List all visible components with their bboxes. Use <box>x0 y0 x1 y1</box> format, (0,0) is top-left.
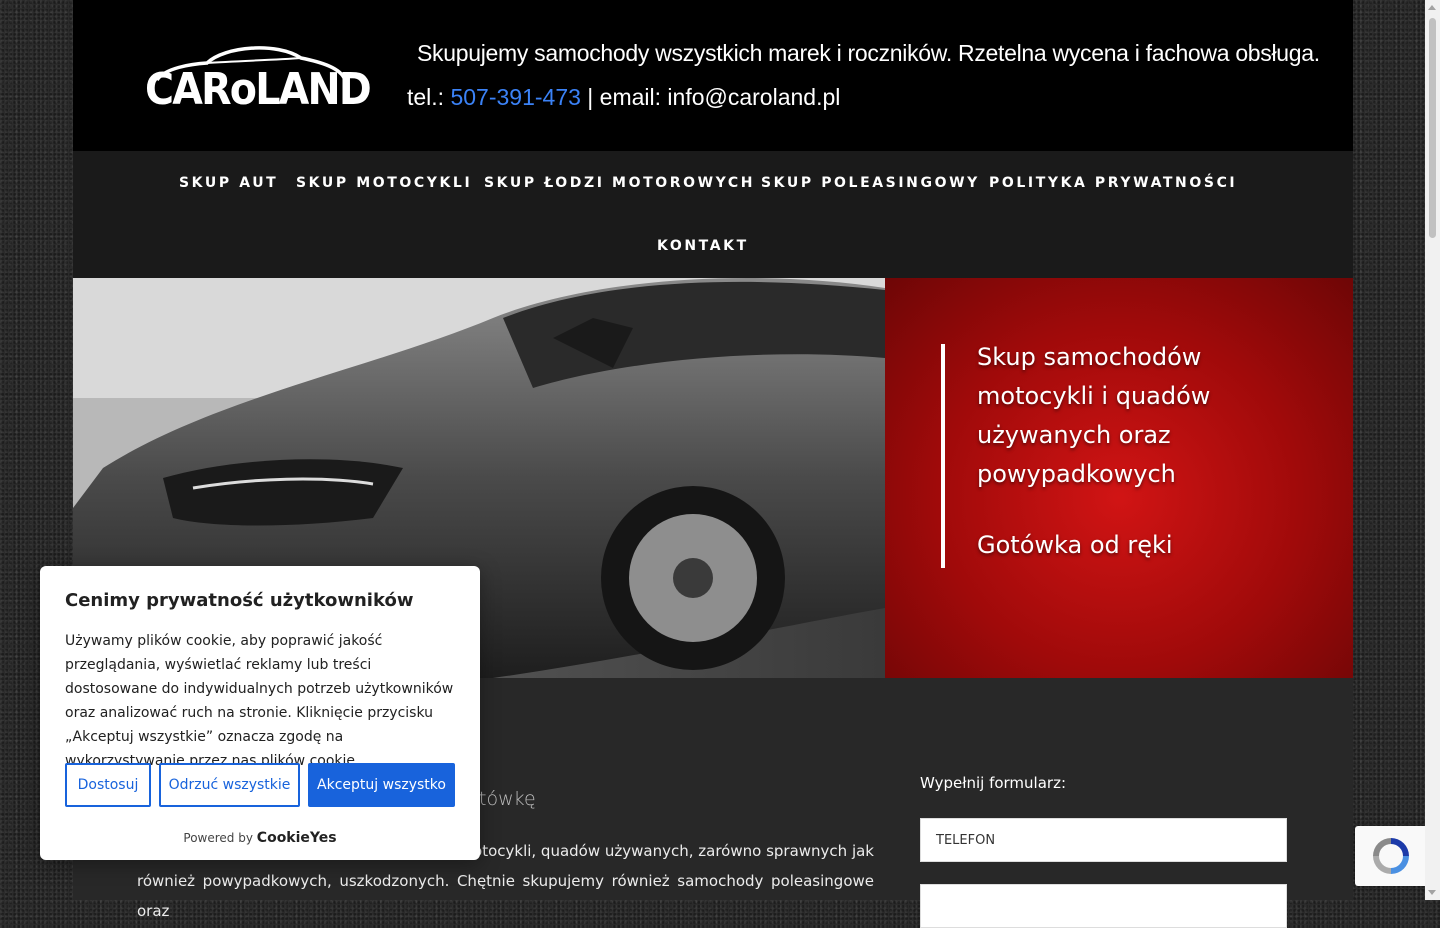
customize-button[interactable]: Dostosuj <box>65 763 151 807</box>
next-form-field[interactable] <box>920 884 1287 928</box>
hero-line-3: używanych oraz <box>977 421 1171 449</box>
hero-line-2: motocykli i quadów <box>977 382 1211 410</box>
cookie-consent-banner: Cenimy prywatność użytkowników Używamy p… <box>40 566 480 860</box>
nav-item-skup-poleasingowy[interactable]: SKUP POLEASINGOWY <box>761 175 980 191</box>
site-header: CARoLAND Skupujemy samochody wszystkich … <box>73 0 1353 151</box>
cookie-powered-by: Powered by CookieYes <box>40 830 480 846</box>
accept-all-button[interactable]: Akceptuj wszystko <box>308 763 455 807</box>
main-navigation: SKUP AUT SKUP MOTOCYKLI SKUP ŁODZI MOTOR… <box>73 151 1353 278</box>
phone-field-placeholder: TELEFON <box>936 832 996 848</box>
email-address[interactable]: info@caroland.pl <box>667 84 840 110</box>
hero-accent-bar <box>941 344 945 568</box>
nav-item-skup-lodzi[interactable]: SKUP ŁODZI MOTOROWYCH <box>484 175 755 191</box>
site-logo[interactable]: CARoLAND <box>145 40 372 116</box>
hero-line-1: Skup samochodów <box>977 343 1202 371</box>
nav-item-kontakt[interactable]: KONTAKT <box>657 238 749 254</box>
header-tagline: Skupujemy samochody wszystkich marek i r… <box>417 40 1320 66</box>
recaptcha-badge[interactable] <box>1355 826 1427 886</box>
cookie-body: Używamy plików cookie, aby poprawić jako… <box>65 633 454 769</box>
hero-headline: Skup samochodów motocykli i quadów używa… <box>977 338 1210 494</box>
phone-field[interactable]: TELEFON <box>920 818 1287 862</box>
reject-all-button[interactable]: Odrzuć wszystkie <box>159 763 300 807</box>
scrollbar-thumb[interactable] <box>1429 18 1436 238</box>
cookieyes-logo[interactable]: CookieYes <box>257 830 337 846</box>
nav-item-skup-aut[interactable]: SKUP AUT <box>179 175 278 191</box>
email-separator: | email: <box>580 84 668 110</box>
header-contact: tel.: 507-391-473 | email: info@caroland… <box>407 84 840 111</box>
paragraph-line-2: również powypadkowych, uszkodzonych. Chę… <box>137 872 874 920</box>
page-scrollbar[interactable] <box>1425 0 1440 900</box>
form-label: Wypełnij formularz: <box>920 774 1067 792</box>
cookie-title: Cenimy prywatność użytkowników <box>65 590 414 611</box>
hero-red-panel: Skup samochodów motocykli i quadów używa… <box>885 278 1353 678</box>
nav-item-polityka[interactable]: POLITYKA PRYWATNOŚCI <box>989 175 1237 191</box>
logo-text: CARoLAND <box>145 64 372 115</box>
hero-cash-text: Gotówka od ręki <box>977 531 1173 559</box>
scroll-up-arrow-icon[interactable] <box>1428 5 1436 10</box>
scroll-down-arrow-icon[interactable] <box>1428 890 1436 895</box>
nav-item-skup-motocykli[interactable]: SKUP MOTOCYKLI <box>296 175 472 191</box>
section-subheading: tówkę <box>479 788 536 810</box>
hero-line-4: powypadkowych <box>977 460 1176 488</box>
tel-label: tel.: <box>407 84 451 110</box>
powered-by-label: Powered by <box>183 831 253 845</box>
recaptcha-icon <box>1373 838 1409 874</box>
phone-link[interactable]: 507-391-473 <box>450 84 580 110</box>
